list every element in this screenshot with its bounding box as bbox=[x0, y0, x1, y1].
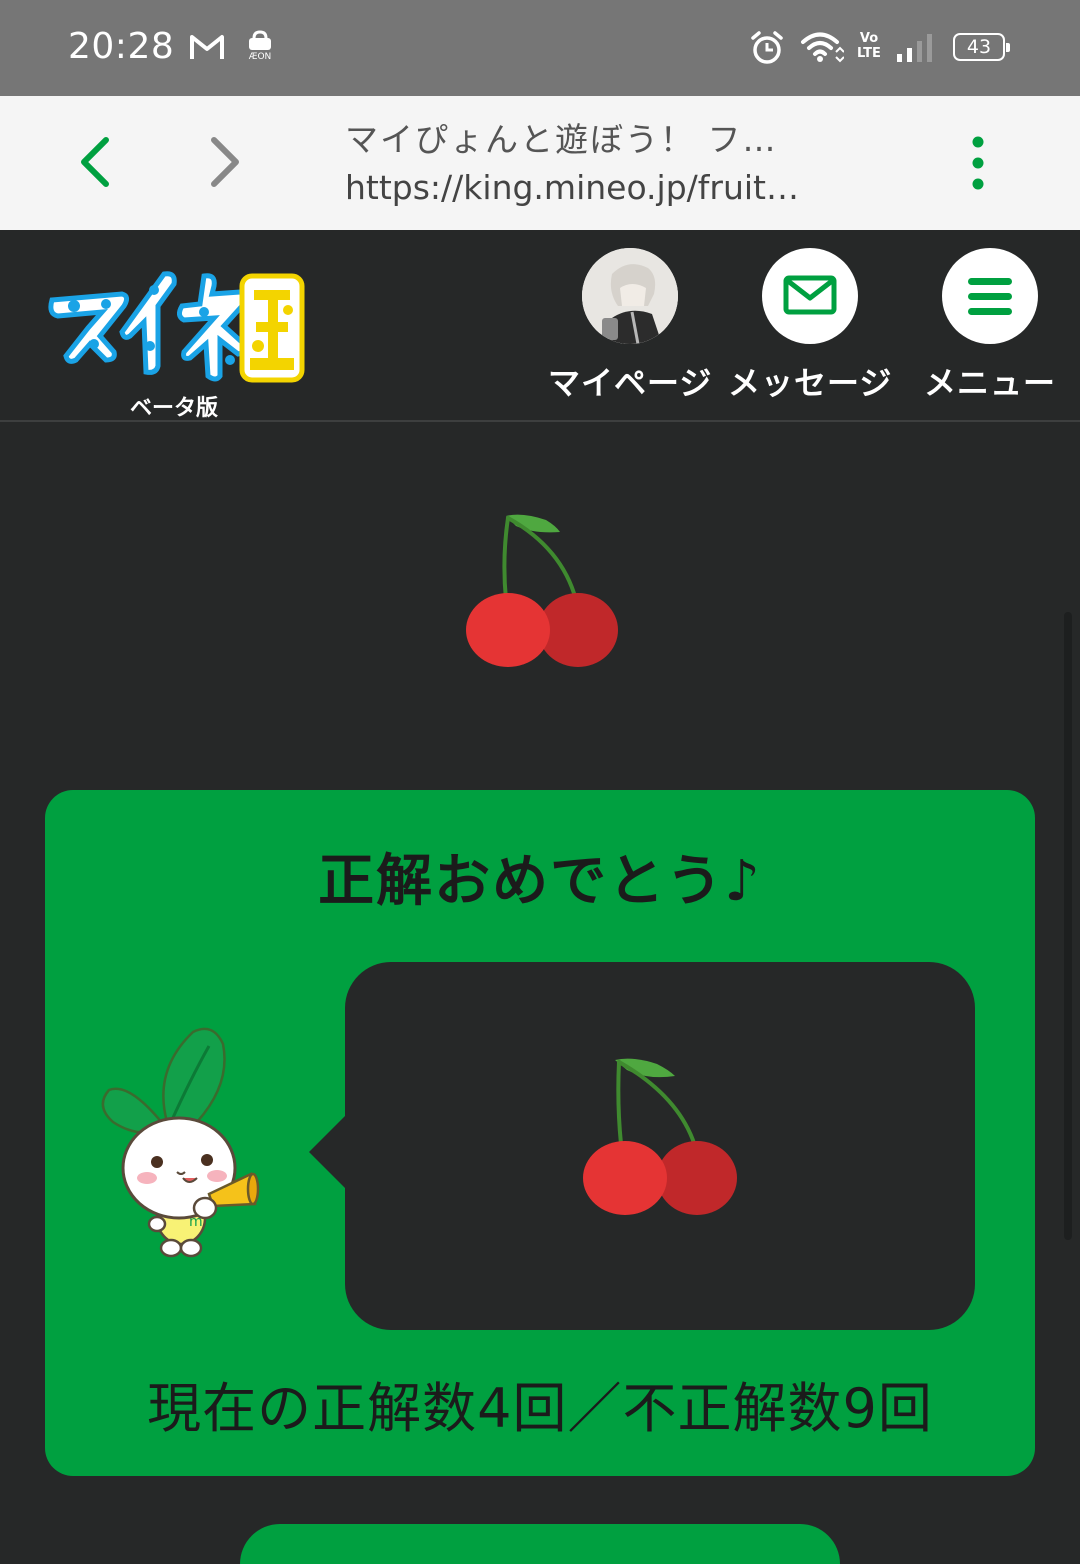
menu-label: メニュー bbox=[923, 364, 1056, 402]
gmail-icon bbox=[189, 32, 225, 62]
result-card: 正解おめでとう♪ m 現在の正解数4回／不正解数9回 bbox=[45, 790, 1035, 1476]
avatar bbox=[582, 248, 678, 344]
aeon-label: ÆON bbox=[248, 52, 272, 62]
mascot-mypyon-illustration: m bbox=[101, 1026, 261, 1266]
message-button[interactable]: メッセージ bbox=[728, 248, 892, 404]
volte-icon: Vo LTE bbox=[857, 31, 881, 61]
status-time: 20:28 bbox=[68, 26, 175, 67]
page-scrollbar[interactable] bbox=[1064, 612, 1072, 1240]
more-options-icon[interactable] bbox=[958, 132, 998, 196]
speech-bubble-tail bbox=[309, 1114, 347, 1190]
score-summary: 現在の正解数4回／不正解数9回 bbox=[147, 1377, 933, 1440]
menu-button[interactable]: メニュー bbox=[922, 248, 1058, 404]
envelope-icon bbox=[762, 248, 858, 344]
mypage-button[interactable]: マイページ bbox=[548, 248, 712, 404]
result-title: 正解おめでとう♪ bbox=[318, 849, 762, 914]
message-label: メッセージ bbox=[728, 364, 893, 402]
back-button[interactable] bbox=[70, 132, 122, 192]
speech-bubble bbox=[345, 962, 975, 1330]
browser-toolbar: マイぴょんと遊ぼう！ フ… https://king.mineo.jp/frui… bbox=[0, 96, 1080, 230]
aeon-icon: ÆON bbox=[244, 30, 276, 66]
battery-icon: 43 bbox=[953, 33, 1010, 61]
status-bar: 20:28 ÆON Vo LTE 43 bbox=[0, 0, 1080, 96]
answer-cherry-icon bbox=[581, 1054, 741, 1220]
site-header: ベータ版 マイページ メッセージ メニュー bbox=[0, 230, 1080, 422]
next-action-button[interactable] bbox=[240, 1524, 840, 1564]
page-url: https://king.mineo.jp/fruit… bbox=[345, 168, 799, 207]
cherry-icon bbox=[462, 508, 624, 673]
mypage-label: マイページ bbox=[548, 364, 713, 402]
page-title: マイぴょんと遊ぼう！ フ… bbox=[345, 120, 778, 159]
hamburger-icon bbox=[942, 248, 1038, 344]
logo-subtitle: ベータ版 bbox=[130, 396, 219, 421]
wifi-icon bbox=[800, 30, 845, 64]
alarm-icon bbox=[750, 30, 784, 66]
site-logo[interactable]: ベータ版 bbox=[44, 260, 306, 421]
forward-button[interactable] bbox=[200, 132, 252, 192]
address-bar[interactable]: マイぴょんと遊ぼう！ フ… https://king.mineo.jp/frui… bbox=[345, 118, 885, 210]
logo-graphic bbox=[48, 271, 305, 383]
signal-icon bbox=[895, 32, 937, 64]
